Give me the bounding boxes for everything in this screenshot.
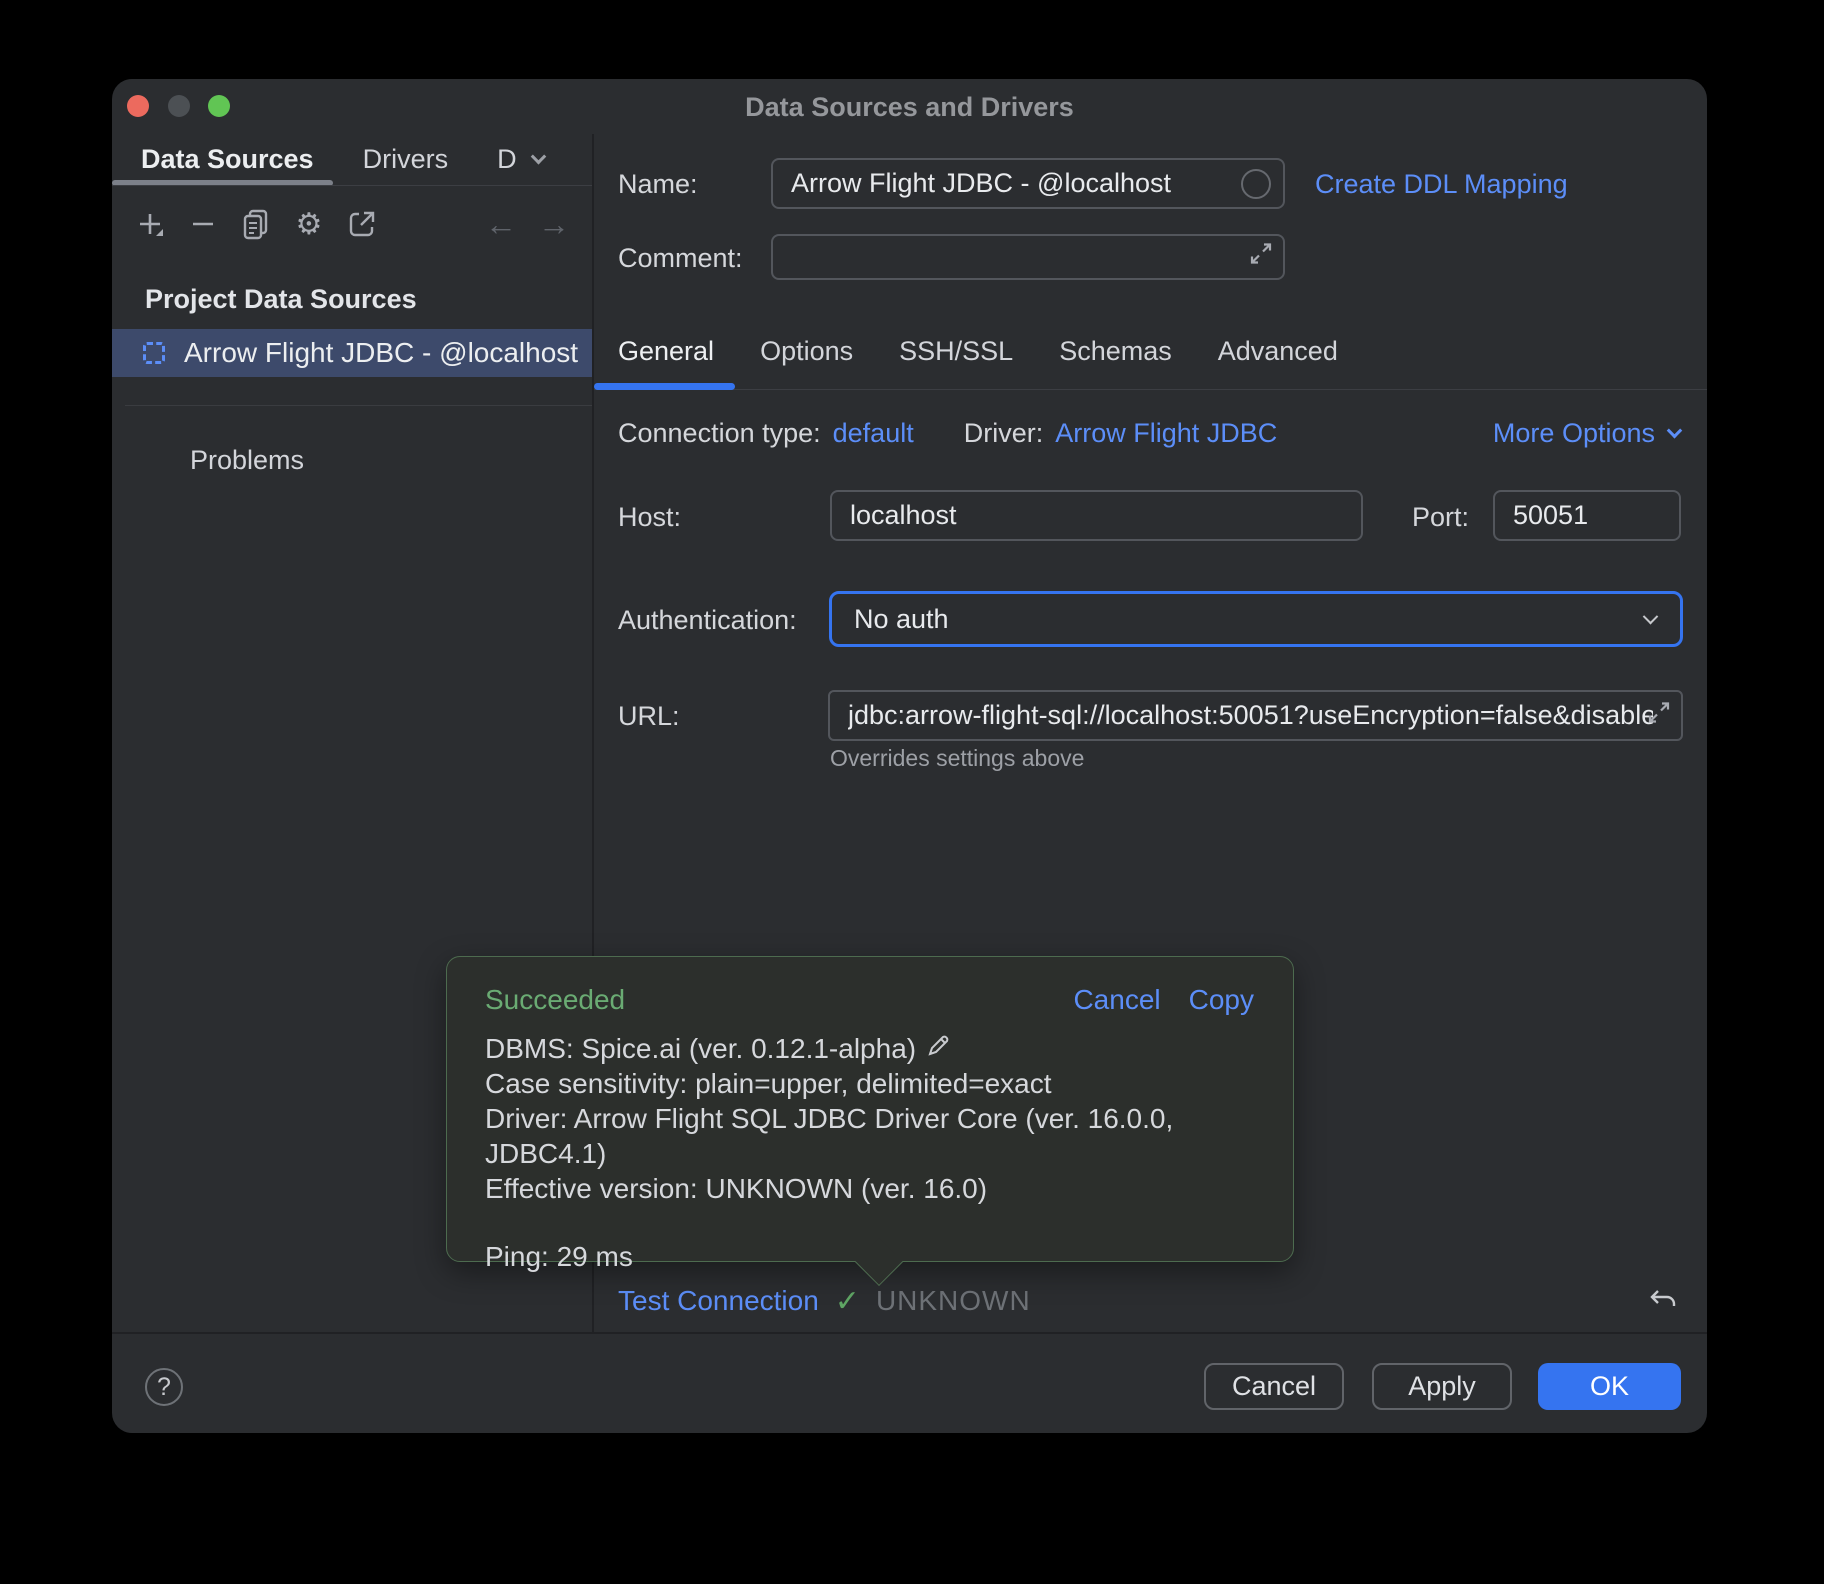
more-options-button[interactable]: More Options: [1493, 415, 1680, 451]
popup-details: DBMS: Spice.ai (ver. 0.12.1-alpha) Case …: [485, 1031, 1293, 1274]
authentication-value: No auth: [854, 604, 949, 635]
popup-copy-link[interactable]: Copy: [1189, 984, 1254, 1016]
test-connection-link[interactable]: Test Connection: [618, 1285, 819, 1317]
connection-type-value[interactable]: default: [833, 418, 914, 449]
settings-tabstrip-divider: [594, 389, 1707, 390]
forward-button[interactable]: →: [536, 206, 572, 242]
url-hint-text: Overrides settings above: [830, 745, 1084, 772]
expand-icon[interactable]: [1645, 698, 1673, 733]
expand-icon[interactable]: [1247, 240, 1275, 275]
sidebar-tabstrip: Data Sources Drivers D: [112, 134, 592, 185]
question-icon: ?: [157, 1373, 171, 1402]
tab-general[interactable]: General: [618, 336, 714, 367]
ping-line: Ping: 29 ms: [485, 1239, 1293, 1274]
tab-schemas[interactable]: Schemas: [1059, 336, 1172, 367]
port-input[interactable]: 50051: [1493, 490, 1681, 541]
create-ddl-mapping-link[interactable]: Create DDL Mapping: [1315, 169, 1568, 200]
back-button[interactable]: ←: [483, 206, 519, 242]
name-input[interactable]: Arrow Flight JDBC - @localhost: [771, 158, 1285, 209]
problems-section-label[interactable]: Problems: [190, 445, 304, 476]
plus-icon: [132, 206, 168, 242]
help-button[interactable]: ?: [145, 1368, 183, 1406]
effective-version-line: Effective version: UNKNOWN (ver. 16.0): [485, 1171, 1293, 1206]
datasource-list-item-selected[interactable]: Arrow Flight JDBC - @localhost: [112, 329, 592, 377]
comment-label: Comment:: [618, 243, 743, 274]
tabstrip-divider: [112, 185, 592, 186]
datasource-icon: [143, 342, 165, 364]
data-sources-dialog: Data Sources and Drivers Data Sources Dr…: [112, 79, 1707, 1433]
datasource-label: Arrow Flight JDBC - @localhost: [184, 337, 578, 369]
revert-button[interactable]: [1643, 1281, 1683, 1321]
chevron-down-icon: [530, 149, 546, 165]
url-label: URL:: [618, 701, 680, 732]
window-title: Data Sources and Drivers: [112, 92, 1707, 123]
footer-divider: [112, 1332, 1707, 1334]
host-input[interactable]: localhost: [830, 490, 1363, 541]
dbms-line: DBMS: Spice.ai (ver. 0.12.1-alpha): [485, 1031, 1293, 1066]
sidebar-separator: [125, 405, 592, 406]
ok-button[interactable]: OK: [1538, 1363, 1681, 1410]
authentication-select[interactable]: No auth: [829, 591, 1683, 647]
project-data-sources-header: Project Data Sources: [145, 284, 417, 315]
url-input[interactable]: jdbc:arrow-flight-sql://localhost:50051?…: [828, 690, 1683, 741]
authentication-label: Authentication:: [618, 605, 797, 636]
connection-type-row: Connection type: default Driver: Arrow F…: [618, 415, 1277, 451]
chevron-down-icon: [1643, 608, 1659, 624]
copy-icon: [238, 206, 274, 242]
test-connection-row: Test Connection ✓ UNKNOWN: [618, 1283, 1031, 1319]
success-check-icon: ✓: [835, 1284, 860, 1319]
driver-value[interactable]: Arrow Flight JDBC: [1055, 418, 1277, 449]
tab-ssh-ssl[interactable]: SSH/SSL: [899, 336, 1013, 367]
host-label: Host:: [618, 502, 681, 533]
duplicate-datasource-button[interactable]: [238, 206, 274, 242]
remove-datasource-button[interactable]: [185, 206, 221, 242]
tab-data-sources[interactable]: Data Sources: [141, 144, 314, 175]
connection-type-label: Connection type:: [618, 418, 821, 449]
open-in-new-window-button[interactable]: [344, 206, 380, 242]
comment-input[interactable]: [771, 234, 1285, 280]
tab-advanced[interactable]: Advanced: [1218, 336, 1338, 367]
driver-label: Driver:: [964, 418, 1044, 449]
tab-drivers[interactable]: Drivers: [363, 144, 449, 175]
minus-icon: [185, 206, 221, 242]
screen: Data Sources and Drivers Data Sources Dr…: [0, 0, 1824, 1584]
tab-options[interactable]: Options: [760, 336, 853, 367]
status-badge: Succeeded: [485, 984, 625, 1016]
test-result-text: UNKNOWN: [876, 1285, 1031, 1317]
apply-button[interactable]: Apply: [1372, 1363, 1512, 1410]
driver-line: Driver: Arrow Flight SQL JDBC Driver Cor…: [485, 1101, 1293, 1171]
edit-pencil-icon[interactable]: [926, 1031, 952, 1066]
gear-icon: ⚙: [296, 207, 323, 242]
popup-actions: Cancel Copy: [1073, 984, 1254, 1016]
datasource-properties-button[interactable]: ⚙: [291, 206, 327, 242]
test-connection-result-popup: Succeeded Cancel Copy DBMS: Spice.ai (ve…: [446, 956, 1294, 1262]
settings-tabstrip: General Options SSH/SSL Schemas Advanced: [618, 331, 1338, 371]
popup-cancel-link[interactable]: Cancel: [1073, 984, 1160, 1016]
undo-icon: [1646, 1284, 1680, 1318]
datasource-toolbar: ⚙ ← →: [132, 201, 572, 247]
progress-circle-icon: [1241, 169, 1271, 199]
case-sensitivity-line: Case sensitivity: plain=upper, delimited…: [485, 1066, 1293, 1101]
cancel-button[interactable]: Cancel: [1204, 1363, 1344, 1410]
tab-ddl-mappings-truncated[interactable]: D: [497, 144, 544, 175]
settings-active-tab-indicator: [594, 383, 735, 390]
chevron-down-icon: [1667, 422, 1683, 438]
name-label: Name:: [618, 169, 698, 200]
external-link-icon: [344, 206, 380, 242]
port-label: Port:: [1412, 502, 1469, 533]
add-datasource-button[interactable]: [132, 206, 168, 242]
